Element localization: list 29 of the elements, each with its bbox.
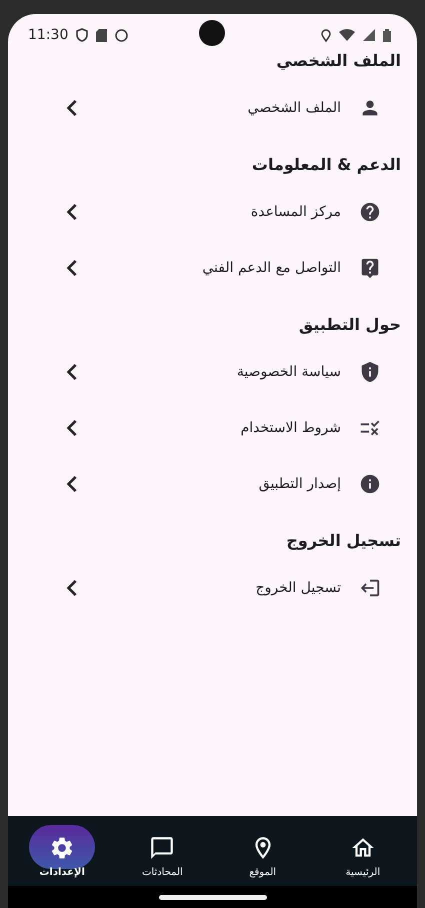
chat-icon: [149, 834, 176, 860]
location-icon: [321, 28, 331, 42]
settings-item[interactable]: مركز المساعدة: [88, 204, 341, 220]
nav-tab[interactable]: الموقع: [216, 824, 309, 878]
section-title: الملف الشخصي: [275, 50, 401, 72]
help-icon: [359, 201, 381, 223]
help-bubble-icon: [359, 257, 381, 279]
wifi-icon: [339, 29, 355, 41]
settings-item[interactable]: الملف الشخصي: [88, 100, 341, 116]
shield-icon: [76, 28, 88, 42]
battery-icon: [383, 28, 391, 42]
section-title: الدعم & المعلومات: [250, 154, 401, 176]
settings-item[interactable]: إصدار التطبيق: [88, 476, 341, 492]
settings-item[interactable]: سياسة الخصوصية: [88, 364, 341, 380]
info-icon: [359, 473, 381, 495]
nav-tab[interactable]: الرئيسية: [316, 824, 409, 878]
section-title: تسجيل الخروج: [285, 530, 401, 552]
sd-card-icon: [96, 28, 108, 42]
logout-icon: [359, 577, 381, 599]
nav-tab[interactable]: المحادثات: [116, 824, 208, 878]
signal-icon: [363, 29, 375, 41]
shield-info-icon: [359, 361, 381, 383]
status-time: 11:30: [28, 27, 68, 43]
section-title: حول التطبيق: [298, 314, 401, 336]
settings-item[interactable]: شروط الاستخدام: [88, 420, 341, 436]
camera-hole: [199, 20, 225, 46]
settings-item[interactable]: تسجيل الخروج: [88, 580, 341, 596]
settings-item[interactable]: التواصل مع الدعم الفني: [88, 260, 341, 276]
home-indicator[interactable]: [158, 894, 266, 900]
